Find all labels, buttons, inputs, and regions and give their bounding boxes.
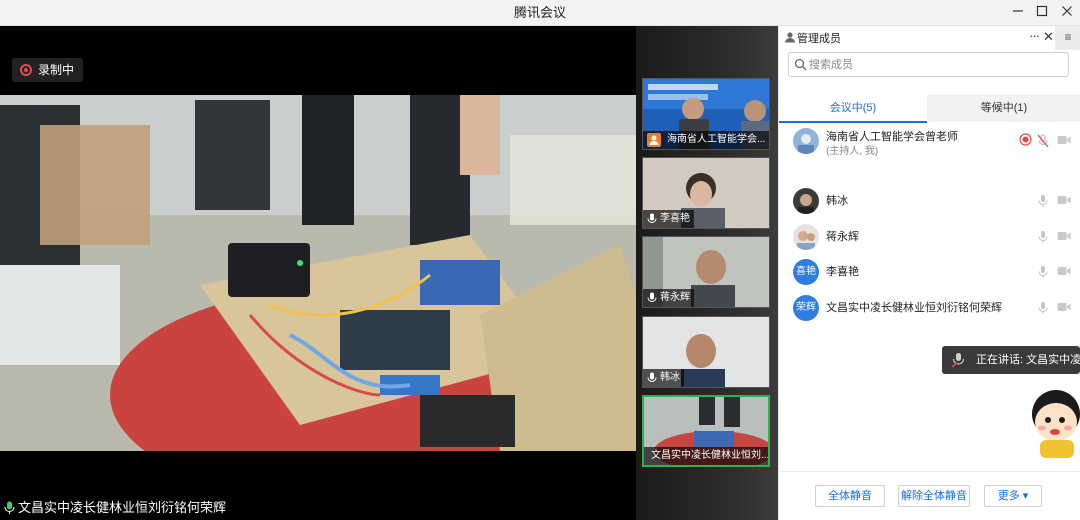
- close-icon[interactable]: [1052, 0, 1080, 26]
- recording-icon: [20, 64, 32, 76]
- speaking-indicator: 正在讲话: 文昌实中凌长: [942, 346, 1080, 374]
- thumbnail-label: 海南省人工智能学会...: [643, 131, 769, 149]
- member-row[interactable]: 荣辉 文昌实中凌长健林业恒刘衍铭何荣辉: [779, 291, 1080, 327]
- recording-label: 录制中: [38, 63, 75, 77]
- speaking-label: 正在讲话: 文昌实中凌长: [976, 354, 1080, 366]
- sidebar-menu-icon[interactable]: ≡: [1055, 26, 1080, 50]
- person-icon: [785, 32, 795, 43]
- thumbnail-label: 韩冰: [643, 369, 684, 387]
- microphone-active-icon: [4, 501, 15, 514]
- avatar: 荣辉: [793, 295, 819, 321]
- microphone-muted-icon[interactable]: [1037, 134, 1049, 148]
- window-title: 腾讯会议: [513, 5, 566, 20]
- search-icon: [794, 58, 807, 71]
- member-row[interactable]: 蒋永辉: [779, 220, 1080, 256]
- panel-header: 管理成员 ··· ✕ ≡: [779, 26, 1080, 50]
- panel-close-icon[interactable]: ✕: [1043, 29, 1054, 45]
- microphone-icon[interactable]: [1037, 230, 1049, 244]
- more-options-icon[interactable]: ···: [1029, 28, 1040, 43]
- recording-badge[interactable]: 录制中: [12, 58, 84, 82]
- avatar: [793, 188, 819, 214]
- thumbnail-participant[interactable]: 韩冰: [642, 316, 770, 388]
- member-row[interactable]: 韩冰: [779, 184, 1080, 220]
- panel-title: 管理成员: [797, 33, 841, 45]
- video-frame: [0, 95, 636, 451]
- camera-icon[interactable]: [1057, 301, 1071, 313]
- avatar: [793, 224, 819, 250]
- tab-in-meeting[interactable]: 会议中(5): [779, 94, 927, 123]
- microphone-icon: [647, 372, 657, 382]
- recording-indicator-icon: [1019, 133, 1032, 146]
- member-name: 文昌实中凌长健林业恒刘衍铭何荣辉: [826, 302, 1002, 314]
- host-badge-icon: [647, 133, 661, 147]
- thumbnail-host[interactable]: 海南省人工智能学会...: [642, 78, 770, 150]
- unmute-all-button[interactable]: 解除全体静音: [898, 485, 970, 507]
- main-video[interactable]: 录制中 文昌实中凌长健林业恒刘衍铭何荣辉: [0, 26, 636, 520]
- camera-icon[interactable]: [1057, 230, 1071, 242]
- member-search[interactable]: [788, 52, 1069, 77]
- thumbnail-label: 蒋永辉: [643, 289, 694, 307]
- more-button[interactable]: 更多 ▾: [984, 485, 1042, 507]
- avatar: 喜艳: [793, 259, 819, 285]
- mascot-illustration: [1026, 378, 1080, 458]
- tab-waiting-room[interactable]: 等候中(1): [927, 94, 1080, 122]
- microphone-icon: [647, 292, 657, 302]
- member-tabs: 会议中(5) 等候中(1): [779, 94, 1080, 123]
- microphone-icon[interactable]: [1037, 265, 1049, 279]
- member-row[interactable]: 喜艳 李喜艳: [779, 255, 1080, 291]
- thumbnail-active-speaker[interactable]: 文昌实中凌长健林业恒刘...: [642, 395, 770, 467]
- member-name: 李喜艳: [826, 266, 859, 278]
- microphone-icon[interactable]: [1037, 301, 1049, 315]
- video-scene-image: [0, 95, 636, 451]
- thumbnail-participant[interactable]: 蒋永辉: [642, 236, 770, 308]
- member-actions-bar: 全体静音 解除全体静音 更多 ▾: [779, 471, 1080, 520]
- speaking-microphone-icon: [951, 353, 965, 368]
- active-speaker-name: 文昌实中凌长健林业恒刘衍铭何荣辉: [0, 498, 233, 518]
- camera-icon[interactable]: [1057, 265, 1071, 277]
- thumbnail-label: 文昌实中凌长健林业恒刘...: [644, 447, 768, 465]
- speaker-name-label: 文昌实中凌长健林业恒刘衍铭何荣辉: [18, 500, 227, 515]
- microphone-icon: [647, 213, 657, 223]
- camera-icon[interactable]: [1057, 134, 1071, 146]
- camera-icon[interactable]: [1057, 194, 1071, 206]
- member-row[interactable]: 海南省人工智能学会曾老师 (主持人, 我): [779, 124, 1080, 160]
- participant-thumbnail-strip: 海南省人工智能学会... 李喜艳 蒋永辉 韩冰 文昌实中凌长健林业恒刘...: [636, 26, 778, 520]
- search-input[interactable]: [809, 56, 1059, 74]
- thumbnail-label: 李喜艳: [643, 210, 694, 228]
- member-role: (主持人, 我): [826, 146, 879, 157]
- avatar: [793, 128, 819, 154]
- thumbnail-participant[interactable]: 李喜艳: [642, 157, 770, 229]
- microphone-icon[interactable]: [1037, 194, 1049, 208]
- mute-all-button[interactable]: 全体静音: [815, 485, 885, 507]
- member-name: 韩冰: [826, 195, 848, 207]
- member-name: 蒋永辉: [826, 231, 859, 243]
- title-bar: 腾讯会议: [0, 0, 1080, 26]
